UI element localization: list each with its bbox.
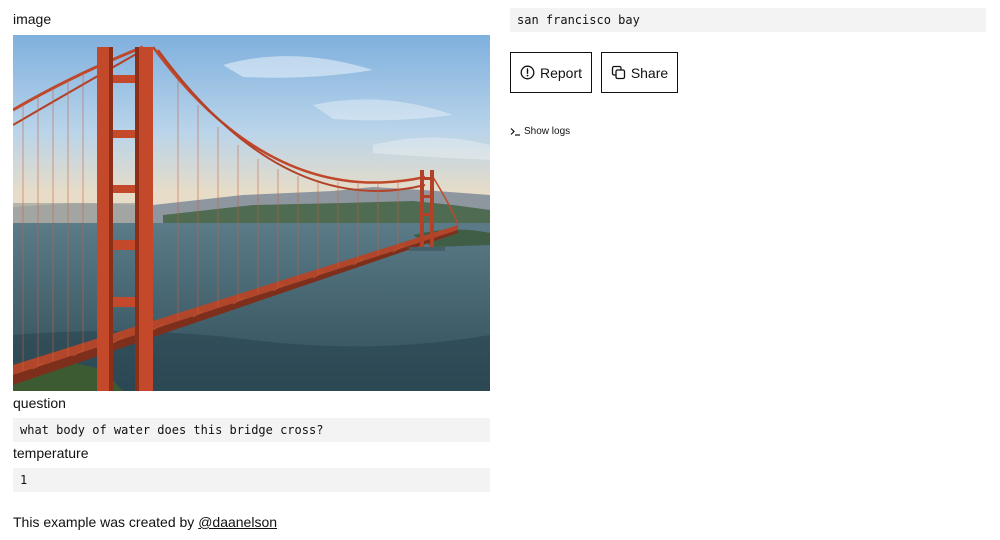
- share-button-label: Share: [630, 64, 669, 81]
- share-button[interactable]: Share: [601, 52, 678, 93]
- temperature-input[interactable]: 1: [13, 468, 490, 492]
- input-image: [13, 35, 490, 391]
- temperature-label: temperature: [13, 445, 89, 461]
- alert-circle-icon: [520, 65, 535, 80]
- image-label: image: [13, 11, 52, 27]
- show-logs-toggle[interactable]: Show logs: [510, 124, 570, 138]
- copy-icon: [611, 65, 626, 80]
- show-logs-label: Show logs: [524, 125, 571, 137]
- credit-text: This example was created by @daanelson: [13, 513, 277, 531]
- bridge-photo: [13, 35, 490, 391]
- report-button[interactable]: Report: [510, 52, 592, 93]
- credit-prefix: This example was created by: [13, 514, 199, 530]
- report-button-label: Report: [539, 64, 583, 81]
- terminal-icon: [510, 126, 521, 137]
- author-link[interactable]: @daanelson: [198, 514, 277, 530]
- question-label: question: [13, 395, 66, 411]
- question-input[interactable]: what body of water does this bridge cros…: [13, 418, 490, 442]
- output-value: san francisco bay: [510, 8, 986, 32]
